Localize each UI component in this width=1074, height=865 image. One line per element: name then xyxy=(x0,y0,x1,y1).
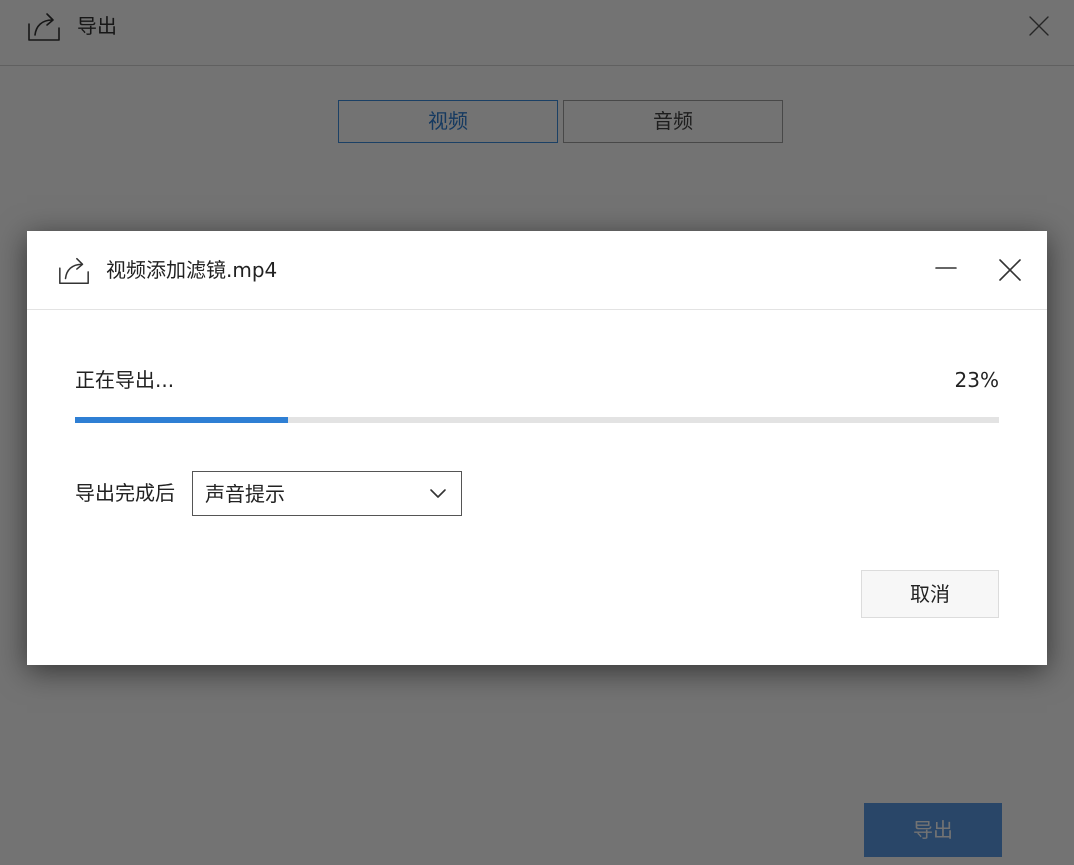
close-icon[interactable] xyxy=(995,255,1025,285)
after-export-select-value: 声音提示 xyxy=(205,482,285,506)
progress-bar-fill xyxy=(75,417,288,423)
after-export-select[interactable]: 声音提示 xyxy=(192,471,462,516)
export-progress-dialog: 视频添加滤镜.mp4 正在导出... 23% 导出完成后 声音提示 取消 xyxy=(27,231,1047,665)
progress-percent: 23% xyxy=(954,368,999,392)
chevron-down-icon xyxy=(429,486,447,502)
progress-bar xyxy=(75,417,999,423)
export-status-text: 正在导出... xyxy=(75,368,175,392)
dialog-title: 视频添加滤镜.mp4 xyxy=(106,258,278,282)
cancel-button[interactable]: 取消 xyxy=(861,570,999,618)
share-export-icon xyxy=(57,253,91,287)
dialog-header: 视频添加滤镜.mp4 xyxy=(27,231,1047,310)
after-export-label: 导出完成后 xyxy=(75,481,175,505)
minimize-icon[interactable] xyxy=(933,257,959,283)
